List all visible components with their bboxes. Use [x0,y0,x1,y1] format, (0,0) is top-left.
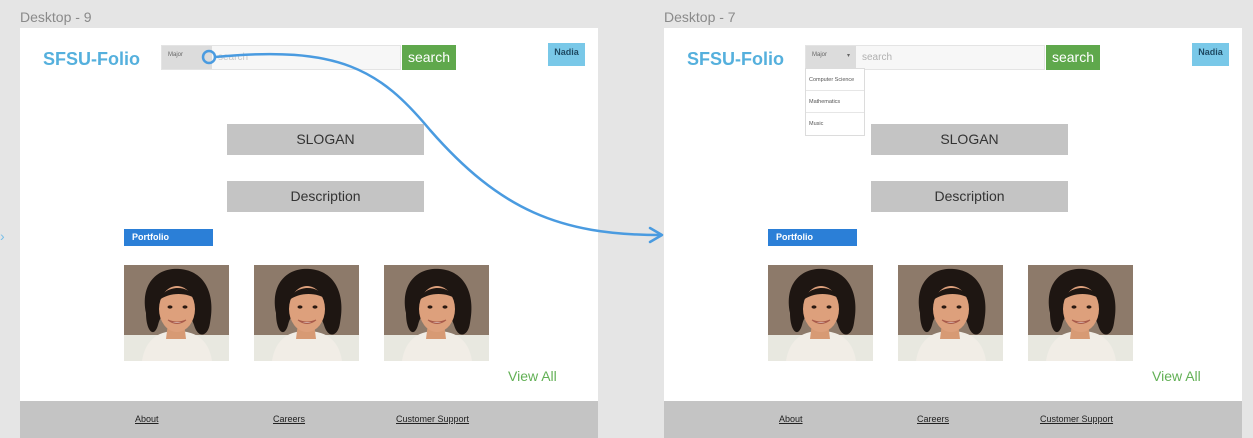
portfolio-photo[interactable] [254,265,359,361]
portfolio-tag[interactable]: Portfolio [124,229,213,246]
footer: About Careers Customer Support [664,401,1242,438]
search-button[interactable]: search [402,45,456,70]
portrait-image [254,265,359,361]
description-placeholder: Description [227,181,424,212]
portrait-image [124,265,229,361]
major-select[interactable]: Major [162,46,212,69]
user-button[interactable]: Nadia [548,43,585,66]
logo[interactable]: SFSU-Folio [687,49,784,70]
logo[interactable]: SFSU-Folio [43,49,140,70]
footer-link-about[interactable]: About [779,414,803,424]
portrait-image [384,265,489,361]
portrait-image [768,265,873,361]
dropdown-option-computer-science[interactable]: Computer Science [806,69,864,91]
search-input[interactable]: search [862,52,892,63]
frame-label-desktop-7[interactable]: Desktop - 7 [664,9,736,25]
search-button[interactable]: search [1046,45,1100,70]
frame-desktop-7[interactable]: SFSU-Folio Major ▾ search search Nadia S… [664,28,1242,438]
portrait-image [1028,265,1133,361]
footer-link-careers[interactable]: Careers [917,414,949,424]
view-all-link[interactable]: View All [1152,368,1201,384]
dropdown-option-mathematics[interactable]: Mathematics [806,91,864,113]
search-bar: Major search [161,45,401,70]
portfolio-photo[interactable] [1028,265,1133,361]
portfolio-photo[interactable] [384,265,489,361]
slogan-placeholder: SLOGAN [871,124,1068,155]
description-placeholder: Description [871,181,1068,212]
portfolio-tag[interactable]: Portfolio [768,229,857,246]
footer-link-about[interactable]: About [135,414,159,424]
portfolio-photo[interactable] [768,265,873,361]
view-all-link[interactable]: View All [508,368,557,384]
footer-link-customer-support[interactable]: Customer Support [1040,414,1113,424]
dropdown-option-music[interactable]: Music [806,113,864,135]
search-input[interactable]: search [218,52,248,63]
prototype-entry-icon: › [0,228,5,244]
frame-desktop-9[interactable]: SFSU-Folio Major search search Nadia SLO… [20,28,598,438]
slogan-placeholder: SLOGAN [227,124,424,155]
chevron-down-icon: ▾ [846,53,850,59]
frame-label-desktop-9[interactable]: Desktop - 9 [20,9,92,25]
user-button[interactable]: Nadia [1192,43,1229,66]
portrait-image [898,265,1003,361]
footer-link-careers[interactable]: Careers [273,414,305,424]
major-dropdown: Computer Science Mathematics Music [805,68,865,136]
footer: About Careers Customer Support [20,401,598,438]
portfolio-photo[interactable] [124,265,229,361]
search-bar: Major ▾ search [805,45,1045,70]
portfolio-photo[interactable] [898,265,1003,361]
major-select[interactable]: Major ▾ [806,46,856,69]
major-select-label: Major [812,52,828,58]
footer-link-customer-support[interactable]: Customer Support [396,414,469,424]
major-select-label: Major [168,52,184,58]
